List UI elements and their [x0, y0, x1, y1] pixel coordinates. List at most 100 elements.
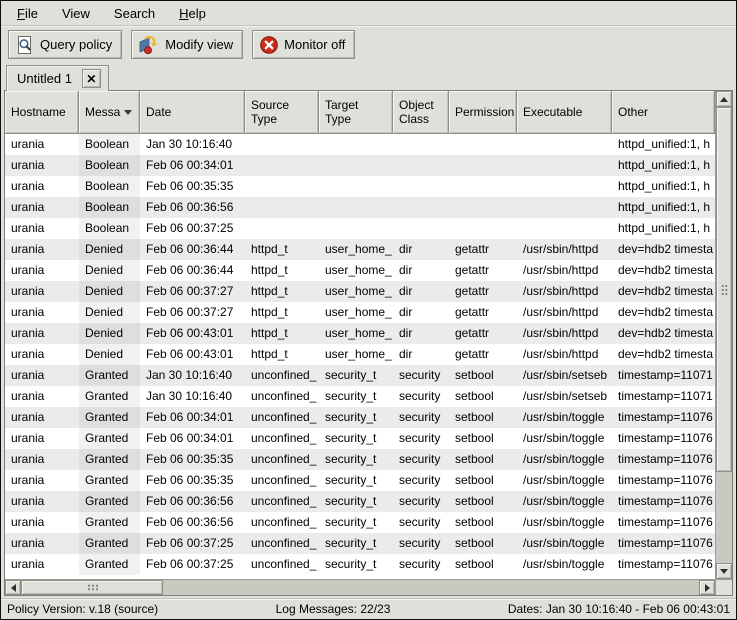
column-header-target-type[interactable]: Target Type [319, 91, 393, 134]
h-scrollbar[interactable] [5, 579, 715, 595]
table-row[interactable]: uraniaDeniedFeb 06 00:36:44httpd_tuser_h… [5, 260, 715, 281]
tab-close-button[interactable]: ✕ [82, 69, 101, 88]
table-row[interactable]: uraniaDeniedFeb 06 00:43:01httpd_tuser_h… [5, 323, 715, 344]
scroll-down-button[interactable] [716, 563, 732, 579]
table-cell [319, 197, 393, 218]
table-row[interactable]: uraniaGrantedFeb 06 00:34:01unconfined_s… [5, 428, 715, 449]
table-row[interactable]: uraniaDeniedFeb 06 00:37:27httpd_tuser_h… [5, 302, 715, 323]
table-cell: getattr [449, 260, 517, 281]
column-header-object-class[interactable]: Object Class [393, 91, 449, 134]
table-cell: httpd_unified:1, h [612, 197, 715, 218]
table-cell: Granted [79, 449, 140, 470]
table-row[interactable]: uraniaDeniedFeb 06 00:43:01httpd_tuser_h… [5, 344, 715, 365]
modify-view-icon [138, 35, 160, 55]
table-cell: unconfined_ [245, 449, 319, 470]
toolbar-button-monitor-off[interactable]: Monitor off [252, 30, 355, 59]
table-cell: Feb 06 00:35:35 [140, 470, 245, 491]
column-header-hostname[interactable]: Hostname [5, 91, 79, 134]
table-cell: urania [5, 260, 79, 281]
table-cell: dev=hdb2 timesta [612, 260, 715, 281]
table-cell: unconfined_ [245, 407, 319, 428]
table-cell: dev=hdb2 timesta [612, 239, 715, 260]
table-row[interactable]: uraniaGrantedFeb 06 00:36:56unconfined_s… [5, 512, 715, 533]
table-row[interactable]: uraniaBooleanFeb 06 00:36:56httpd_unifie… [5, 197, 715, 218]
table-cell: timestamp=11076 [612, 554, 715, 575]
h-scroll-track[interactable] [21, 580, 699, 595]
table-row[interactable]: uraniaBooleanFeb 06 00:35:35httpd_unifie… [5, 176, 715, 197]
table-row[interactable]: uraniaGrantedJan 30 10:16:40unconfined_s… [5, 386, 715, 407]
table-row[interactable]: uraniaGrantedFeb 06 00:35:35unconfined_s… [5, 470, 715, 491]
table-row[interactable]: uraniaDeniedFeb 06 00:36:44httpd_tuser_h… [5, 239, 715, 260]
table-row[interactable]: uraniaBooleanFeb 06 00:34:01httpd_unifie… [5, 155, 715, 176]
table-cell: httpd_unified:1, h [612, 218, 715, 239]
table-row[interactable]: uraniaGrantedFeb 06 00:34:01unconfined_s… [5, 407, 715, 428]
table-cell: user_home_ [319, 302, 393, 323]
table-cell: /usr/sbin/httpd [517, 323, 612, 344]
table-row[interactable]: uraniaGrantedFeb 06 00:37:25unconfined_s… [5, 533, 715, 554]
table-cell [393, 218, 449, 239]
tab-untitled-1[interactable]: Untitled 1 ✕ [6, 65, 109, 91]
scroll-up-button[interactable] [716, 91, 732, 107]
notebook-page: HostnameMessaDateSource TypeTarget TypeO… [1, 90, 736, 598]
toolbar-button-label: Monitor off [284, 37, 345, 52]
table-cell: Feb 06 00:37:25 [140, 218, 245, 239]
scroll-grip-icon [87, 584, 98, 591]
tab-label: Untitled 1 [17, 71, 72, 86]
table-cell: Feb 06 00:37:25 [140, 533, 245, 554]
scroll-down-icon [720, 569, 728, 574]
table-cell: httpd_unified:1, h [612, 155, 715, 176]
table-row[interactable]: uraniaGrantedFeb 06 00:37:25unconfined_s… [5, 554, 715, 575]
table-row[interactable]: uraniaGrantedFeb 06 00:35:35unconfined_s… [5, 449, 715, 470]
table-cell: httpd_t [245, 344, 319, 365]
table-cell [449, 134, 517, 155]
table-cell [245, 155, 319, 176]
status-bar: Policy Version: v.18 (source) Log Messag… [1, 598, 736, 619]
column-header-permission[interactable]: Permission [449, 91, 517, 134]
table-cell: urania [5, 428, 79, 449]
table-cell: urania [5, 491, 79, 512]
h-scroll-thumb[interactable] [21, 580, 163, 595]
toolbar-button-modify-view[interactable]: Modify view [131, 30, 243, 59]
table-cell: setbool [449, 407, 517, 428]
scroll-left-button[interactable] [5, 580, 21, 595]
table-cell: user_home_ [319, 239, 393, 260]
table-cell: /usr/sbin/httpd [517, 260, 612, 281]
table-row[interactable]: uraniaBooleanFeb 06 00:37:25httpd_unifie… [5, 218, 715, 239]
menu-item-search[interactable]: Search [104, 3, 165, 25]
table-cell: urania [5, 365, 79, 386]
table-cell: urania [5, 218, 79, 239]
v-scrollbar[interactable] [715, 91, 732, 579]
table-cell: Feb 06 00:34:01 [140, 428, 245, 449]
table-cell [245, 197, 319, 218]
table-row[interactable]: uraniaGrantedJan 30 10:16:40unconfined_s… [5, 365, 715, 386]
menu-item-file[interactable]: File [7, 3, 48, 25]
menu-item-view[interactable]: View [52, 3, 100, 25]
toolbar-button-query-policy[interactable]: Query policy [8, 30, 122, 59]
table-row[interactable]: uraniaDeniedFeb 06 00:37:27httpd_tuser_h… [5, 281, 715, 302]
column-header-date[interactable]: Date [140, 91, 245, 134]
scroll-right-button[interactable] [699, 580, 715, 595]
table-cell: user_home_ [319, 323, 393, 344]
column-header-other[interactable]: Other [612, 91, 715, 134]
v-scroll-thumb[interactable] [716, 107, 732, 472]
table-cell: httpd_t [245, 323, 319, 344]
table-cell [449, 155, 517, 176]
table-cell: /usr/sbin/setseb [517, 365, 612, 386]
column-header-label: Hostname [11, 105, 66, 119]
menu-item-help[interactable]: Help [169, 3, 216, 25]
column-header-label: Source Type [251, 98, 289, 127]
table-cell: Granted [79, 386, 140, 407]
table-row[interactable]: uraniaBooleanJan 30 10:16:40httpd_unifie… [5, 134, 715, 155]
column-header-executable[interactable]: Executable [517, 91, 612, 134]
table-cell: /usr/sbin/httpd [517, 239, 612, 260]
table-cell: dev=hdb2 timesta [612, 323, 715, 344]
table-cell: Denied [79, 281, 140, 302]
table-row[interactable]: uraniaGrantedFeb 06 00:36:56unconfined_s… [5, 491, 715, 512]
table-cell: getattr [449, 344, 517, 365]
table-cell: urania [5, 449, 79, 470]
table-cell: unconfined_ [245, 512, 319, 533]
column-header-messa[interactable]: Messa [79, 91, 140, 134]
column-header-source-type[interactable]: Source Type [245, 91, 319, 134]
column-header-label: Executable [523, 105, 582, 119]
v-scroll-track[interactable] [716, 107, 732, 563]
